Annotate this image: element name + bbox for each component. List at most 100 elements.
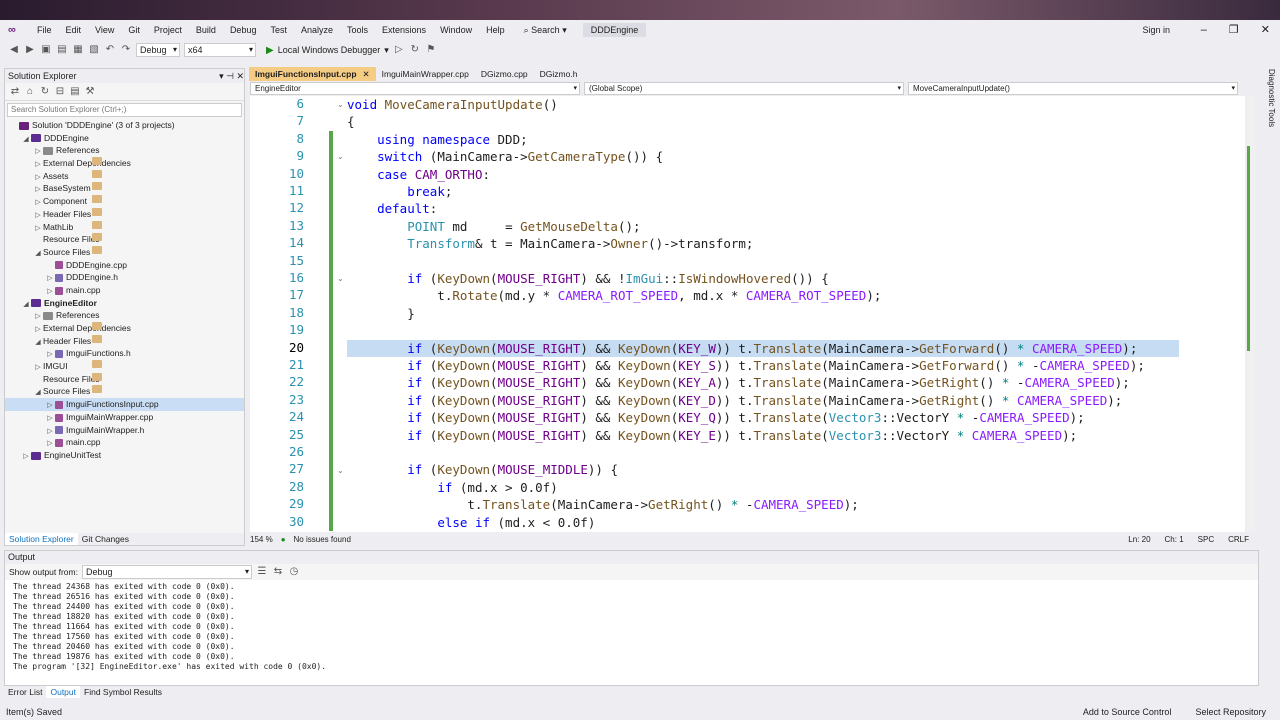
close-icon[interactable]: ✕ — [1261, 20, 1270, 40]
tab-imguifunctionsinput[interactable]: ImguiFunctionsInput.cpp ✕ — [249, 67, 376, 81]
back-icon[interactable]: ◀ — [8, 44, 20, 56]
tree-item[interactable]: ▷ MathLib — [5, 220, 244, 234]
tree-item[interactable]: ▷ External Dependencies — [5, 322, 244, 335]
tree-item[interactable]: ◢ Header Files — [5, 334, 244, 348]
tab-git-changes[interactable]: Git Changes — [78, 533, 133, 545]
expand-arrow-icon[interactable]: ▷ — [21, 451, 31, 464]
tree-item[interactable]: Resource Files — [5, 233, 244, 246]
whitespace-indicator[interactable]: SPC — [1198, 535, 1214, 544]
menu-item-git[interactable]: Git — [121, 20, 147, 40]
issues-status[interactable]: No issues found — [294, 535, 351, 544]
menu-item-help[interactable]: Help — [479, 20, 512, 40]
restore-icon[interactable]: ❐ — [1229, 20, 1239, 40]
diagnostic-tools-tab[interactable]: Diagnostic Tools — [1262, 68, 1276, 128]
minimize-icon[interactable]: – — [1201, 20, 1207, 40]
save-all-icon[interactable]: ▧ — [88, 44, 100, 56]
hot-reload-icon[interactable]: ↻ — [409, 44, 421, 56]
menu-item-window[interactable]: Window — [433, 20, 479, 40]
refresh-icon[interactable]: ↻ — [39, 86, 51, 98]
home-icon[interactable]: ⌂ — [24, 86, 36, 98]
word-wrap-icon[interactable]: ⇆ — [272, 566, 284, 578]
tree-item[interactable]: ▷ ImguiFunctionsInput.cpp — [5, 398, 244, 411]
tab-find-symbol-results[interactable]: Find Symbol Results — [80, 686, 166, 698]
tree-item[interactable]: ▷ EngineUnitTest — [5, 449, 244, 462]
tree-item[interactable]: ▷ ImguiMainWrapper.h — [5, 424, 244, 437]
project-dropdown[interactable]: EngineEditor — [250, 82, 580, 95]
clock-icon[interactable]: ◷ — [288, 566, 300, 578]
tree-item[interactable]: ▷ main.cpp — [5, 284, 244, 297]
tree-item[interactable]: ◢ Source Files — [5, 385, 244, 398]
solution-search-input[interactable]: Search Solution Explorer (Ctrl+;) — [7, 103, 242, 117]
add-source-control-button[interactable]: Add to Source Control — [1083, 707, 1172, 717]
tab-output[interactable]: Output — [46, 686, 81, 698]
menu-item-analyze[interactable]: Analyze — [294, 20, 340, 40]
scope-dropdown[interactable]: (Global Scope) — [584, 82, 904, 95]
collapse-icon[interactable]: ⊟ — [54, 86, 66, 98]
save-icon[interactable]: ▦ — [72, 44, 84, 56]
tree-item[interactable]: ◢ DDDEngine — [5, 132, 244, 145]
fold-icon[interactable]: ⌄ — [337, 274, 344, 283]
tree-item[interactable]: ▷ Header Files — [5, 207, 244, 221]
menu-item-view[interactable]: View — [88, 20, 121, 40]
tree-item[interactable]: ▷ Component — [5, 195, 244, 208]
tree-item[interactable]: ▷ main.cpp — [5, 436, 244, 449]
tree-item[interactable]: ◢ Source Files — [5, 245, 244, 259]
menu-item-project[interactable]: Project — [147, 20, 189, 40]
show-all-icon[interactable]: ▤ — [69, 86, 81, 98]
menu-item-tools[interactable]: Tools — [340, 20, 375, 40]
close-tab-icon[interactable]: ✕ — [363, 67, 370, 81]
tree-item-label: DDDEngine.h — [66, 272, 118, 283]
undo-icon[interactable]: ↶ — [104, 44, 116, 56]
sync-icon[interactable]: ⇄ — [9, 86, 21, 98]
forward-icon[interactable]: ▶ — [24, 44, 36, 56]
tree-item[interactable]: ▷ IMGUI — [5, 360, 244, 373]
tree-item[interactable]: DDDEngine.cpp — [5, 259, 244, 272]
menu-item-file[interactable]: File — [30, 20, 59, 40]
fold-icon[interactable]: ⌄ — [337, 100, 344, 109]
code-area[interactable]: void MoveCameraInputUpdate() { using nam… — [347, 96, 1245, 532]
menu-item-test[interactable]: Test — [263, 20, 294, 40]
start-without-debug-icon[interactable]: ▷ — [393, 44, 405, 56]
tree-item[interactable]: Resource Files — [5, 372, 244, 386]
line-ending-indicator[interactable]: CRLF — [1228, 535, 1249, 544]
open-icon[interactable]: ▤ — [56, 44, 68, 56]
tab-dgizmo-h[interactable]: DGizmo.h — [534, 67, 584, 81]
tab-solution-explorer[interactable]: Solution Explorer — [5, 533, 78, 545]
menu-item-build[interactable]: Build — [189, 20, 223, 40]
menu-item-debug[interactable]: Debug — [223, 20, 264, 40]
tree-item[interactable]: ▷ Assets — [5, 169, 244, 183]
tab-imguimainwrapper[interactable]: ImguiMainWrapper.cpp — [376, 67, 475, 81]
fold-icon[interactable]: ⌄ — [337, 466, 344, 475]
search-button[interactable]: ⌕ Search ▾ — [518, 25, 573, 36]
start-debug-button[interactable]: ▶ Local Windows Debugger ▾ — [266, 45, 389, 56]
bookmark-icon[interactable]: ⚑ — [425, 44, 437, 56]
tree-item[interactable]: ▷ DDDEngine.h — [5, 271, 244, 284]
config-select[interactable]: Debug — [136, 43, 180, 57]
select-repository-button[interactable]: Select Repository — [1195, 707, 1266, 717]
tab-error-list[interactable]: Error List — [4, 686, 46, 698]
tree-item[interactable]: ▷ References — [5, 144, 244, 157]
tree-item[interactable]: ▷ BaseSystem — [5, 182, 244, 195]
clear-icon[interactable]: ☰ — [256, 566, 268, 578]
menu-item-extensions[interactable]: Extensions — [375, 20, 433, 40]
panel-pin-icon[interactable]: ▾ ⊣ ✕ — [219, 69, 244, 83]
editor-vertical-scrollbar[interactable] — [1247, 96, 1255, 532]
tree-item[interactable]: ▷ ImguiMainWrapper.cpp — [5, 411, 244, 424]
menu-item-edit[interactable]: Edit — [59, 20, 89, 40]
tree-item[interactable]: ▷ ImguiFunctions.h — [5, 347, 244, 360]
redo-icon[interactable]: ↷ — [120, 44, 132, 56]
code-editor[interactable]: 6 7 8 9 10 11 12 13 14 15 16 17 18 19 20 21 22 23 24 25 26 27… — [250, 96, 1245, 532]
member-dropdown[interactable]: MoveCameraInputUpdate() — [908, 82, 1238, 95]
fold-icon[interactable]: ⌄ — [337, 152, 344, 161]
new-project-icon[interactable]: ▣ — [40, 44, 52, 56]
sign-in-link[interactable]: Sign in — [1142, 20, 1170, 40]
tree-item[interactable]: Solution 'DDDEngine' (3 of 3 projects) — [5, 119, 244, 132]
tree-item[interactable]: ▷ References — [5, 309, 244, 322]
tree-item[interactable]: ▷ External Dependencies — [5, 157, 244, 170]
properties-icon[interactable]: ⚒ — [84, 86, 96, 98]
tree-item[interactable]: ◢ EngineEditor — [5, 297, 244, 310]
platform-select[interactable]: x64 — [184, 43, 256, 57]
output-source-select[interactable]: Debug — [81, 565, 252, 579]
zoom-level[interactable]: 154 % — [250, 535, 273, 544]
tab-dgizmo-cpp[interactable]: DGizmo.cpp — [475, 67, 534, 81]
